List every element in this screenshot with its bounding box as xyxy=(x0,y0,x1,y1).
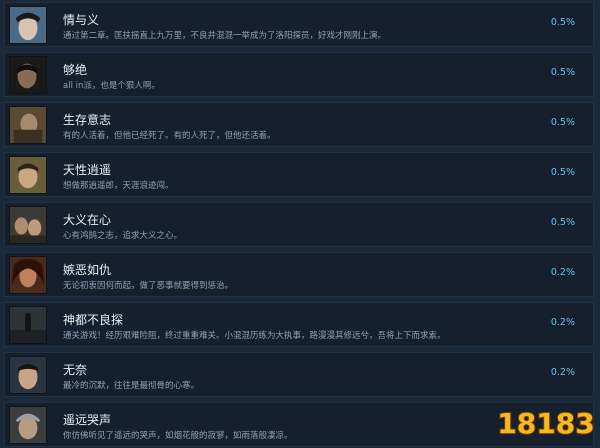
portrait-icon xyxy=(9,56,47,94)
achievement-percent: 0.5% xyxy=(550,17,575,28)
achievement-description: 通关游戏！经历艰难险阻，终过重重难关。小混混历练为大执事，路漫漫其修远兮，吾将上… xyxy=(63,331,446,341)
achievement-description: 你仿佛听见了遥远的哭声，如烟花般的寂寥，如雨落般凄凉。 xyxy=(63,431,293,441)
svg-text:18183: 18183 xyxy=(498,407,594,440)
achievement-percent: 0.5% xyxy=(550,167,575,178)
achievement-title: 无奈 xyxy=(63,363,88,377)
achievement-title: 大义在心 xyxy=(63,213,112,227)
achievement-percent: 0.5% xyxy=(550,117,575,128)
portrait-icon xyxy=(9,156,47,194)
portrait-icon xyxy=(9,106,47,144)
achievement-title: 嫉恶如仇 xyxy=(63,263,112,277)
portrait-icon xyxy=(9,356,47,394)
achievement-percent: 0.2% xyxy=(550,267,575,278)
achievement-title: 遥远哭声 xyxy=(63,413,112,427)
achievement-row[interactable]: 无奈 最冷的沉默，往往是最彻骨的心寒。 0.2% xyxy=(4,352,594,397)
achievement-percent: 0.5% xyxy=(550,217,575,228)
portrait-icon xyxy=(9,306,47,344)
achievement-row[interactable]: 生存意志 有的人活着，但他已经死了。有的人死了，但他还活着。 0.5% xyxy=(4,102,594,147)
achievement-description: 心有鸿鹄之志，追求大义之心。 xyxy=(63,231,183,241)
achievement-row[interactable]: 情与义 通过第二章。匡扶摇直上九万里，不良井混混一举成为了洛阳探员，好戏才刚刚上… xyxy=(4,2,594,47)
achievement-row[interactable]: 神都不良探 通关游戏！经历艰难险阻，终过重重难关。小混混历练为大执事，路漫漫其修… xyxy=(4,302,594,347)
achievement-description: all in派，也是个狠人啊。 xyxy=(63,81,160,91)
achievement-title: 生存意志 xyxy=(63,113,112,127)
portrait-icon xyxy=(9,206,47,244)
portrait-icon xyxy=(9,6,47,44)
achievement-title: 神都不良探 xyxy=(63,313,124,327)
achievement-row[interactable]: 嫉恶如仇 无论初衷因何而起，做了恶事就要得到惩治。 0.2% xyxy=(4,252,594,297)
achievement-description: 无论初衷因何而起，做了恶事就要得到惩治。 xyxy=(63,281,234,291)
achievement-percent: 0.2% xyxy=(550,317,575,328)
achievement-description: 想做那逍遥郎，天涯浪迹闯。 xyxy=(63,181,174,191)
achievement-row[interactable]: 够绝 all in派，也是个狠人啊。 0.5% xyxy=(4,52,594,97)
achievement-title: 情与义 xyxy=(63,13,100,27)
portrait-icon xyxy=(9,256,47,294)
achievement-row[interactable]: 大义在心 心有鸿鹄之志，追求大义之心。 0.5% xyxy=(4,202,594,247)
achievement-title: 够绝 xyxy=(63,63,88,77)
achievement-title: 天性逍遥 xyxy=(63,163,112,177)
achievement-description: 最冷的沉默，往往是最彻骨的心寒。 xyxy=(63,381,200,391)
achievement-row[interactable]: 天性逍遥 想做那逍遥郎，天涯浪迹闯。 0.5% xyxy=(4,152,594,197)
achievement-description: 有的人活着，但他已经死了。有的人死了，但他还活着。 xyxy=(63,131,276,141)
site-watermark-logo: 18183 xyxy=(496,400,595,444)
portrait-icon xyxy=(9,406,47,444)
achievement-percent: 0.5% xyxy=(550,67,575,78)
achievement-description: 通过第二章。匡扶摇直上九万里，不良井混混一举成为了洛阳探员，好戏才刚刚上演。 xyxy=(63,31,387,41)
achievement-percent: 0.2% xyxy=(550,367,575,378)
